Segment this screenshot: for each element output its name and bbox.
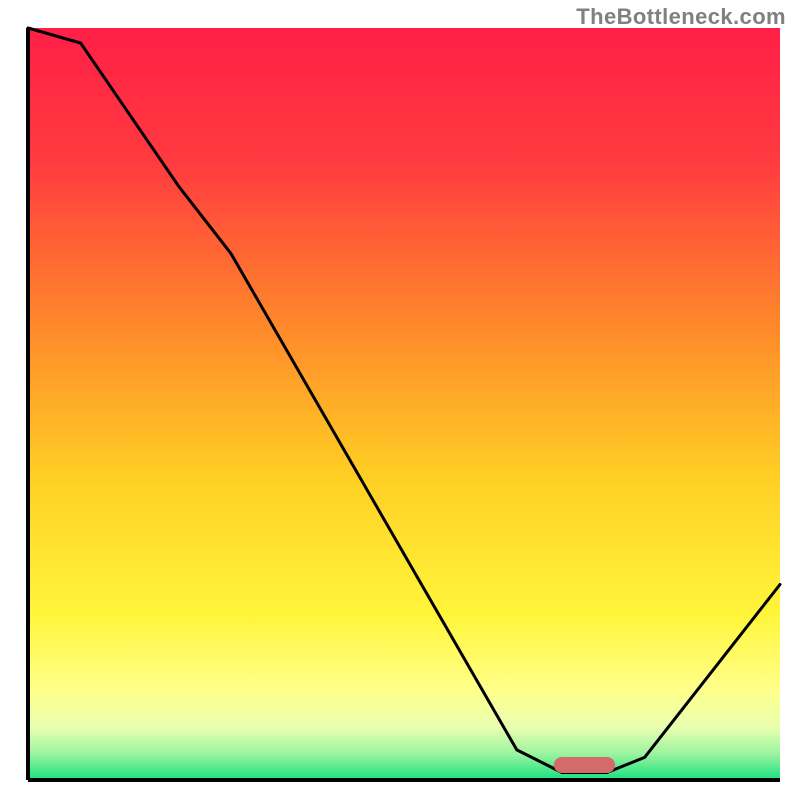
- watermark-text: TheBottleneck.com: [576, 4, 786, 30]
- gradient-background: [28, 28, 780, 780]
- optimal-marker: [554, 757, 614, 772]
- bottleneck-chart: [0, 0, 800, 800]
